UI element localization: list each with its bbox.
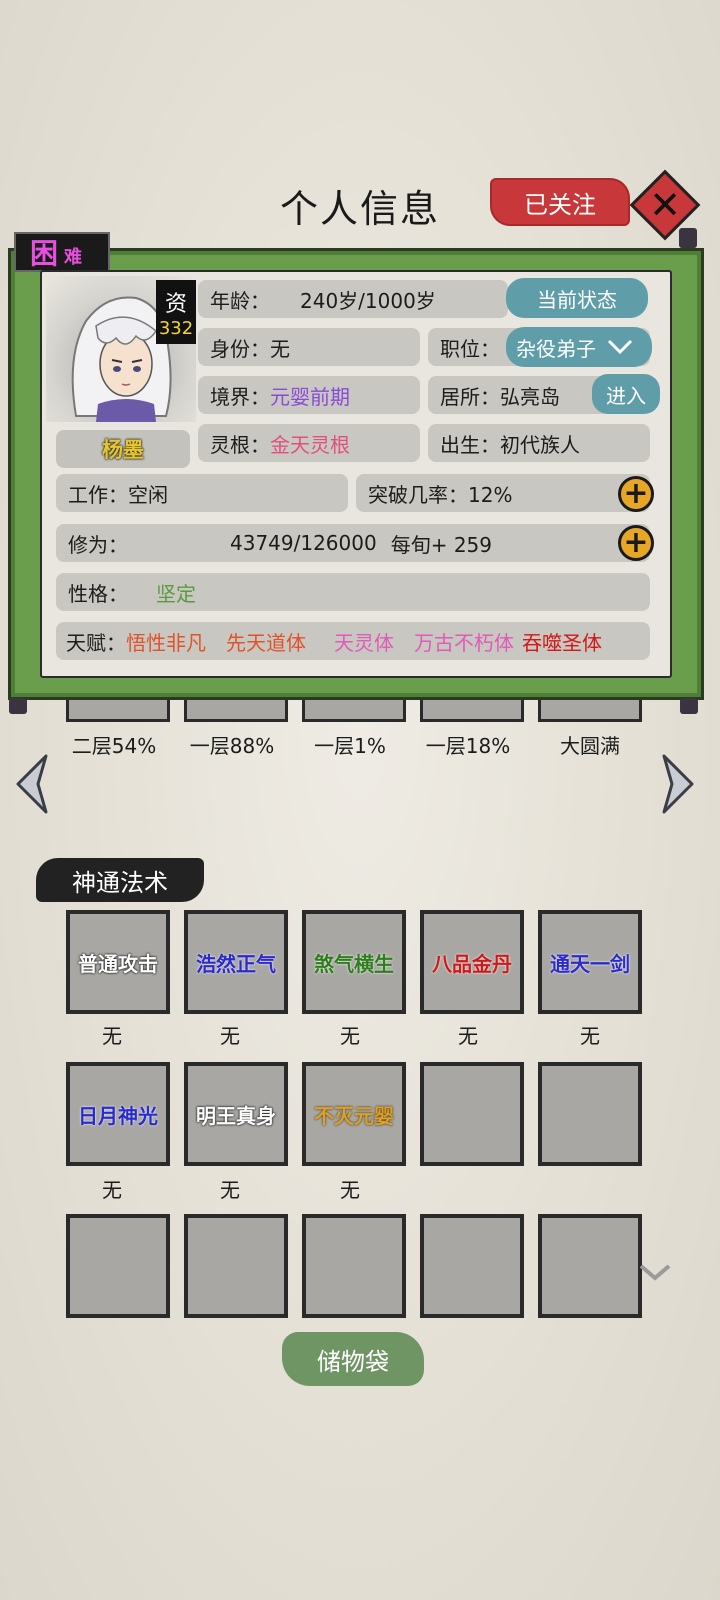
skill-name: 日月神光 bbox=[78, 1103, 158, 1128]
skill-slot-empty[interactable] bbox=[66, 1214, 170, 1318]
age-label: 年龄： bbox=[210, 288, 270, 313]
skill-level: 无 bbox=[102, 1024, 122, 1048]
difficulty-sub: 难 bbox=[64, 247, 83, 268]
talent-item: 天灵体 bbox=[334, 630, 394, 655]
skill-level: 无 bbox=[580, 1024, 600, 1048]
personality-value: 坚定 bbox=[156, 581, 196, 606]
talent-item: 先天道体 bbox=[226, 630, 306, 655]
realm-value: 元婴前期 bbox=[270, 384, 350, 409]
cultivation-slot[interactable] bbox=[302, 700, 406, 722]
skill-name: 浩然正气 bbox=[196, 951, 276, 976]
difficulty-badge: 困 难 bbox=[14, 232, 110, 272]
skill-name: 通天一剑 bbox=[550, 951, 630, 976]
skill-slot[interactable]: 日月神光 bbox=[66, 1062, 170, 1166]
skill-level: 无 bbox=[220, 1024, 240, 1048]
talent-item: 万古不朽体 bbox=[414, 630, 514, 655]
skill-slot[interactable]: 明王真身 bbox=[184, 1062, 288, 1166]
identity-field: 身份：无 bbox=[198, 328, 420, 366]
birth-field: 出生：初代族人 bbox=[428, 424, 650, 462]
scroll-rod-bottom-left bbox=[9, 698, 27, 714]
skill-name: 普通攻击 bbox=[78, 951, 158, 976]
skill-name: 明王真身 bbox=[196, 1103, 276, 1128]
cultivation-level: 一层1% bbox=[314, 734, 386, 758]
realm-field: 境界： 元婴前期 bbox=[198, 376, 420, 414]
skill-name: 不灭元婴 bbox=[314, 1103, 394, 1128]
current-status-button[interactable]: 当前状态 bbox=[506, 278, 648, 318]
difficulty-main: 困 bbox=[30, 237, 59, 270]
realm-label: 境界： bbox=[210, 384, 270, 409]
skill-slot[interactable]: 八品金丹 bbox=[420, 910, 524, 1014]
cultivation-field: 修为： 43749/126000 每旬+ 259 bbox=[56, 524, 650, 562]
section-title-skills: 神通法术 bbox=[36, 858, 204, 902]
skill-level: 无 bbox=[340, 1178, 360, 1202]
position-label: 职位： bbox=[440, 336, 500, 361]
scroll-rod-bottom-right bbox=[680, 698, 698, 714]
qualification-badge: 资 332 bbox=[156, 280, 196, 344]
next-arrow-icon[interactable] bbox=[658, 752, 698, 816]
enter-button[interactable]: 进入 bbox=[592, 374, 660, 414]
skill-slot-empty[interactable] bbox=[420, 1062, 524, 1166]
storage-bag-button[interactable]: 储物袋 bbox=[282, 1332, 424, 1386]
skill-slot-empty[interactable] bbox=[184, 1214, 288, 1318]
cultivation-level: 一层88% bbox=[189, 734, 275, 758]
skill-level: 无 bbox=[220, 1178, 240, 1202]
breakthrough-field: 突破几率：12% bbox=[356, 474, 650, 512]
skill-slot-empty[interactable] bbox=[538, 1214, 642, 1318]
age-value: 240岁/1000岁 bbox=[300, 288, 436, 313]
talent-item: 悟性非凡 bbox=[126, 630, 206, 655]
talent-item: 吞噬圣体 bbox=[522, 630, 602, 655]
talents-label: 天赋： bbox=[66, 630, 126, 655]
qualification-label: 资 bbox=[164, 291, 187, 317]
cultivation-level: 大圆满 bbox=[560, 734, 620, 758]
scroll-down-chevron-icon[interactable] bbox=[638, 1262, 672, 1282]
cultivation-plus-button[interactable]: + bbox=[618, 525, 654, 561]
skill-name: 八品金丹 bbox=[432, 951, 512, 976]
spirit-root-value: 金天灵根 bbox=[270, 432, 350, 457]
cultivation-level: 二层54% bbox=[71, 734, 157, 758]
skill-level: 无 bbox=[102, 1178, 122, 1202]
skill-slot[interactable]: 不灭元婴 bbox=[302, 1062, 406, 1166]
cultivation-level: 一层18% bbox=[425, 734, 511, 758]
cultivation-rate: 每旬+ 259 bbox=[390, 532, 493, 557]
talents-field: 天赋： 悟性非凡 先天道体 天灵体 万古不朽体 吞噬圣体 bbox=[56, 622, 650, 660]
breakthrough-plus-button[interactable]: + bbox=[618, 476, 654, 512]
chevron-down-icon bbox=[607, 339, 633, 355]
personality-label: 性格： bbox=[68, 581, 128, 606]
scroll-rod-top-right bbox=[679, 228, 697, 248]
position-value: 杂役弟子 bbox=[516, 336, 596, 361]
skill-slot[interactable]: 普通攻击 bbox=[66, 910, 170, 1014]
follow-button[interactable]: 已关注 bbox=[490, 178, 630, 226]
cultivation-label: 修为： bbox=[68, 532, 128, 557]
cultivation-slot[interactable] bbox=[538, 700, 642, 722]
close-icon[interactable]: ✕ bbox=[640, 180, 690, 230]
qualification-value: 332 bbox=[158, 317, 194, 339]
character-name: 杨墨 bbox=[56, 430, 190, 468]
position-dropdown[interactable]: 杂役弟子 bbox=[506, 327, 652, 367]
skill-name: 煞气横生 bbox=[314, 951, 394, 976]
spirit-root-field: 灵根： 金天灵根 bbox=[198, 424, 420, 462]
age-field: 年龄： 240岁/1000岁 bbox=[198, 280, 508, 318]
skill-level: 无 bbox=[458, 1024, 478, 1048]
skill-slot[interactable]: 浩然正气 bbox=[184, 910, 288, 1014]
work-field: 工作：空闲 bbox=[56, 474, 348, 512]
cultivation-slot[interactable] bbox=[66, 700, 170, 722]
spirit-root-label: 灵根： bbox=[210, 432, 270, 457]
cultivation-value: 43749/126000 bbox=[230, 531, 377, 555]
skill-slot-empty[interactable] bbox=[420, 1214, 524, 1318]
skill-slot[interactable]: 煞气横生 bbox=[302, 910, 406, 1014]
skill-level: 无 bbox=[340, 1024, 360, 1048]
skill-slot-empty[interactable] bbox=[538, 1062, 642, 1166]
cultivation-slot[interactable] bbox=[184, 700, 288, 722]
skill-slot-empty[interactable] bbox=[302, 1214, 406, 1318]
skill-slot[interactable]: 通天一剑 bbox=[538, 910, 642, 1014]
personality-field: 性格： 坚定 bbox=[56, 573, 650, 611]
previous-arrow-icon[interactable] bbox=[12, 752, 52, 816]
cultivation-slot[interactable] bbox=[420, 700, 524, 722]
